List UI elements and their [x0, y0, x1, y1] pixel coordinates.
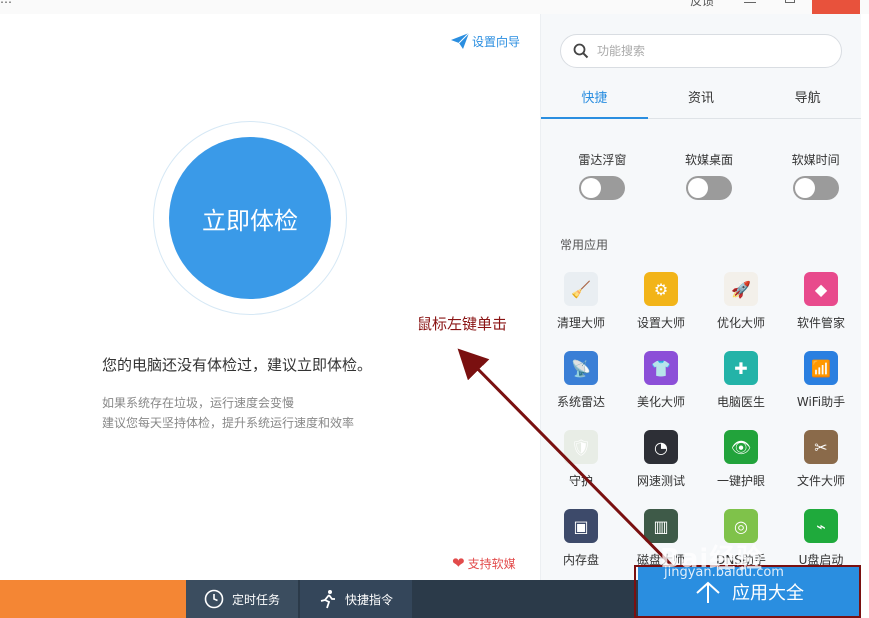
scheduled-task-button[interactable]: 定时任务	[186, 580, 298, 618]
clock-icon	[204, 589, 224, 609]
annotation-arrow	[457, 348, 694, 588]
running-man-icon	[320, 590, 335, 609]
all-apps-label: 应用大全	[732, 583, 804, 604]
arrow-up-icon	[696, 581, 720, 603]
quick-command-button[interactable]: 快捷指令	[300, 580, 412, 618]
bottom-bar: 定时任务 快捷指令 应用大全	[0, 566, 861, 618]
quick-command-label: 快捷指令	[344, 592, 393, 607]
scheduled-task-label: 定时任务	[231, 592, 280, 607]
bottom-orange-strip	[0, 580, 186, 618]
watermark-url: jingyan.baidu.com	[664, 565, 784, 580]
